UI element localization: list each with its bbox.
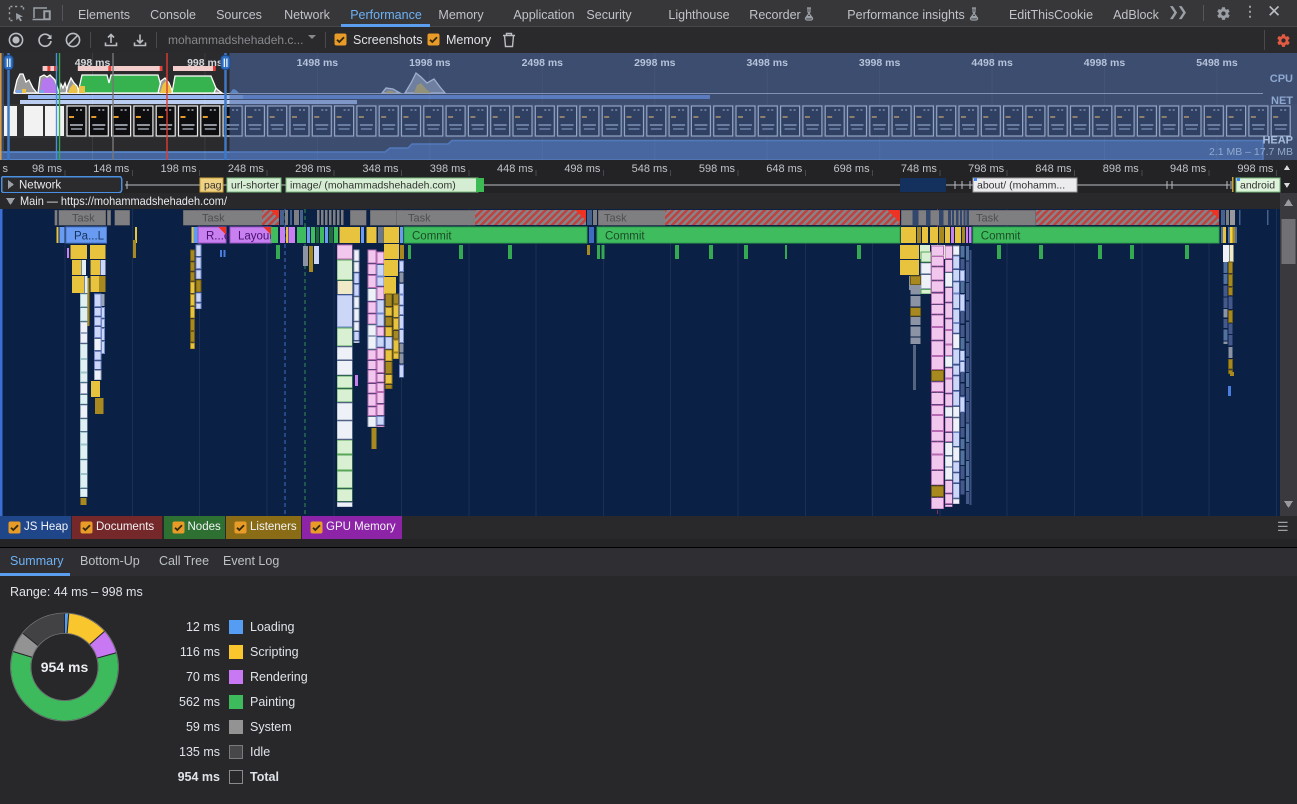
svg-text:android: android	[1240, 180, 1275, 192]
svg-text:348 ms: 348 ms	[362, 163, 399, 175]
svg-text:Task: Task	[202, 213, 225, 225]
svg-text:1498 ms: 1498 ms	[297, 57, 339, 69]
svg-text:4498 ms: 4498 ms	[971, 57, 1013, 69]
svg-text:Network: Network	[19, 180, 61, 192]
svg-text:NET: NET	[1271, 95, 1293, 107]
svg-text:Task: Task	[72, 213, 95, 225]
svg-text:Task: Task	[604, 213, 627, 225]
svg-text:Commit: Commit	[981, 231, 1021, 243]
svg-text:Task: Task	[408, 213, 431, 225]
svg-text:98 ms: 98 ms	[32, 163, 62, 175]
svg-text:548 ms: 548 ms	[632, 163, 669, 175]
svg-text:Pa...L: Pa...L	[74, 231, 105, 243]
svg-text:1998 ms: 1998 ms	[409, 57, 451, 69]
svg-text:748 ms: 748 ms	[901, 163, 938, 175]
svg-text:2498 ms: 2498 ms	[522, 57, 564, 69]
svg-text:998 ms: 998 ms	[1237, 163, 1274, 175]
svg-text:4998 ms: 4998 ms	[1084, 57, 1126, 69]
svg-text:698 ms: 698 ms	[834, 163, 871, 175]
svg-text:Commit: Commit	[605, 231, 645, 243]
svg-text:CPU: CPU	[1270, 73, 1293, 85]
svg-text:448 ms: 448 ms	[497, 163, 534, 175]
svg-text:url-shorter: url-shorter	[231, 180, 279, 192]
svg-text:5498 ms: 5498 ms	[1196, 57, 1238, 69]
svg-text:948 ms: 948 ms	[1170, 163, 1207, 175]
svg-text:498 ms: 498 ms	[75, 57, 111, 69]
svg-text:R...e: R...e	[206, 231, 230, 243]
svg-text:2.1 MB – 17.7 MB: 2.1 MB – 17.7 MB	[1209, 146, 1293, 158]
svg-text:998 ms: 998 ms	[187, 57, 223, 69]
svg-text:Task: Task	[976, 213, 999, 225]
svg-text:648 ms: 648 ms	[766, 163, 803, 175]
svg-text:3498 ms: 3498 ms	[746, 57, 788, 69]
svg-text:848 ms: 848 ms	[1035, 163, 1072, 175]
svg-text:398 ms: 398 ms	[430, 163, 467, 175]
svg-text:HEAP: HEAP	[1262, 135, 1293, 147]
svg-text:Commit: Commit	[412, 231, 452, 243]
svg-text:598 ms: 598 ms	[699, 163, 736, 175]
svg-text:Layout: Layout	[238, 231, 273, 243]
svg-text:about/ (mohamm...: about/ (mohamm...	[977, 180, 1065, 192]
svg-text:248 ms: 248 ms	[228, 163, 265, 175]
svg-text:498 ms: 498 ms	[564, 163, 601, 175]
svg-text:Main — https://mohammadshehade: Main — https://mohammadshehadeh.com/	[20, 194, 228, 208]
svg-text:s: s	[3, 163, 9, 175]
svg-text:148 ms: 148 ms	[93, 163, 130, 175]
svg-text:3998 ms: 3998 ms	[859, 57, 901, 69]
svg-text:298 ms: 298 ms	[295, 163, 332, 175]
svg-text:pag: pag	[204, 180, 222, 192]
svg-text:898 ms: 898 ms	[1103, 163, 1140, 175]
svg-text:2998 ms: 2998 ms	[634, 57, 676, 69]
svg-text:954 ms: 954 ms	[41, 659, 89, 675]
svg-text:image/ (mohammadshehadeh.com): image/ (mohammadshehadeh.com)	[290, 180, 456, 192]
svg-text:798 ms: 798 ms	[968, 163, 1005, 175]
svg-text:198 ms: 198 ms	[161, 163, 198, 175]
